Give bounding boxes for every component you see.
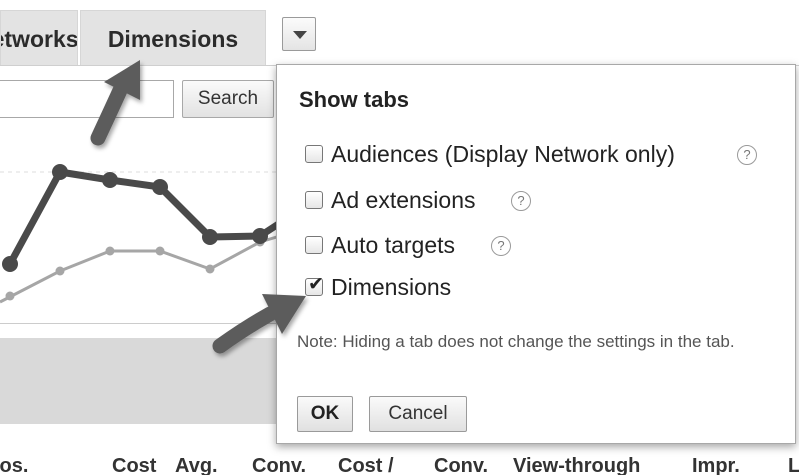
secondary-series-point [205, 264, 215, 274]
checkbox-audiences[interactable] [305, 145, 323, 163]
ok-button[interactable]: OK [297, 396, 353, 432]
column-header-conv[interactable]: Conv. [252, 454, 306, 475]
popup-title: Show tabs [299, 87, 410, 112]
adwords-screen: Networks Dimensions Search [0, 0, 799, 475]
primary-series-point [152, 179, 168, 195]
search-button[interactable]: Search [182, 80, 274, 118]
column-header-cost-per[interactable]: Cost / [338, 454, 394, 475]
secondary-series-points [5, 237, 265, 301]
column-header-impr[interactable]: Impr. [692, 454, 740, 475]
column-header-cost[interactable]: Cost [112, 454, 156, 475]
search-input[interactable] [0, 80, 174, 118]
secondary-series-point [55, 266, 65, 276]
primary-series-point [252, 228, 268, 244]
tab-dimensions[interactable]: Dimensions [80, 10, 266, 66]
checkbox-auto-targets[interactable] [305, 236, 323, 254]
secondary-series-point [105, 246, 115, 256]
performance-chart [0, 164, 300, 304]
tab-networks[interactable]: Networks [0, 10, 78, 66]
column-header-avg-pos[interactable]: Avg. Pos. [0, 454, 28, 475]
table-header-row: Avg. Pos. Cost Avg. Conv. Cost / Conv. V… [0, 446, 799, 475]
column-header-conv-rate[interactable]: Conv. [434, 454, 488, 475]
column-header-avg[interactable]: Avg. [175, 454, 218, 475]
chevron-down-icon [293, 31, 307, 39]
tab-menu-button[interactable] [282, 17, 316, 51]
tab-bar: Networks Dimensions [0, 0, 799, 66]
help-icon[interactable]: ? [491, 236, 511, 256]
cancel-button[interactable]: Cancel [369, 396, 467, 432]
primary-series-point [2, 256, 18, 272]
primary-series-point [52, 164, 68, 180]
option-label: Audiences (Display Network only) [331, 141, 675, 167]
popup-note: Note: Hiding a tab does not change the s… [297, 332, 735, 351]
help-icon[interactable]: ? [511, 191, 531, 211]
checkbox-dimensions[interactable]: ✔ [305, 273, 324, 296]
table-toolbar [0, 338, 300, 424]
secondary-series-point [155, 246, 165, 256]
column-header-view-through[interactable]: View-through [513, 454, 640, 475]
option-label: Dimensions [331, 274, 452, 300]
check-mark-icon: ✔ [308, 273, 324, 295]
option-label: Ad extensions [331, 187, 476, 213]
option-label: Auto targets [331, 232, 456, 258]
help-icon[interactable]: ? [737, 145, 757, 165]
checkbox-ad-extensions[interactable] [305, 191, 323, 209]
primary-series-point [102, 172, 118, 188]
column-header-truncated[interactable]: L [788, 454, 799, 475]
secondary-series-point [5, 291, 15, 301]
chart-baseline [0, 323, 300, 324]
show-tabs-popup: Show tabs Audiences (Display Network onl… [276, 64, 796, 444]
primary-series-point [202, 229, 218, 245]
